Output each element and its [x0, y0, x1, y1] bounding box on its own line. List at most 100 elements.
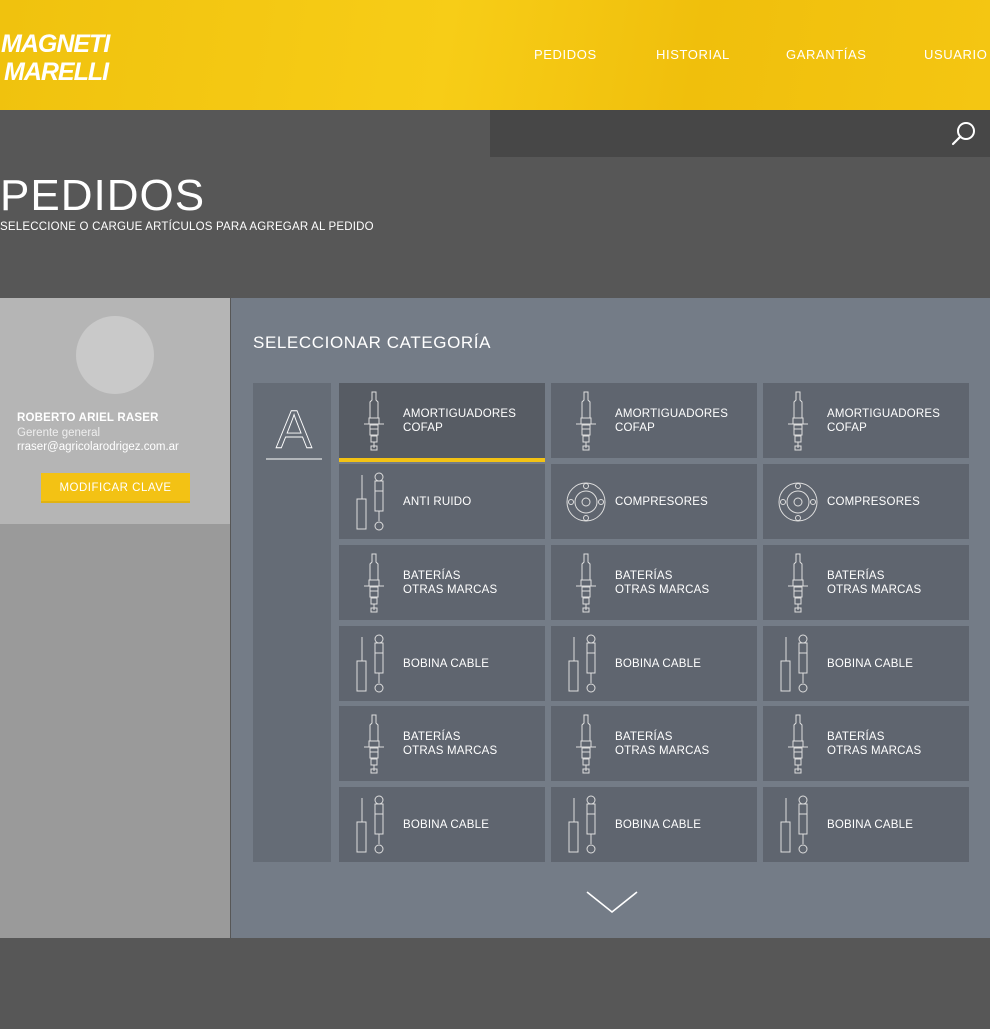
category-tile[interactable]: AMORTIGUADORES COFAP: [339, 383, 545, 462]
category-label: BOBINA CABLE: [827, 787, 967, 862]
nav-garantias[interactable]: GARANTÍAS: [786, 47, 867, 62]
nav-historial[interactable]: HISTORIAL: [656, 47, 730, 62]
category-label: BOBINA CABLE: [403, 787, 543, 862]
category-label-line2: COFAP: [827, 421, 867, 434]
category-tile[interactable]: BOBINA CABLE: [339, 787, 545, 862]
user-email: rraser@agricolarodrigez.com.ar: [17, 441, 179, 453]
search-input[interactable]: [490, 110, 940, 157]
category-label-line1: BATERÍAS: [827, 730, 885, 743]
category-label: BOBINA CABLE: [403, 626, 543, 701]
site-header: MAGNETI MARELLI PEDIDOS HISTORIAL GARANT…: [0, 0, 990, 110]
shock-absorber-icon: [356, 634, 384, 693]
category-label-line1: BATERÍAS: [615, 730, 673, 743]
category-tile[interactable]: COMPRESORES: [551, 464, 757, 539]
category-tile[interactable]: BOBINA CABLE: [551, 626, 757, 701]
active-indicator: [339, 458, 545, 462]
category-tile[interactable]: BATERÍAS OTRAS MARCAS: [551, 545, 757, 620]
category-label: BOBINA CABLE: [615, 787, 755, 862]
category-label-line1: AMORTIGUADORES: [827, 407, 941, 420]
spark-plug-icon: [576, 714, 596, 774]
search-bar: [490, 110, 990, 157]
letter-a: A: [276, 400, 312, 460]
category-label-line1: BOBINA CABLE: [615, 818, 702, 831]
user-name: ROBERTO ARIEL RASER: [17, 412, 159, 424]
category-label-line2: OTRAS MARCAS: [403, 744, 498, 757]
category-label-line1: BOBINA CABLE: [827, 818, 914, 831]
category-label-line1: BOBINA CABLE: [827, 657, 914, 670]
category-tile[interactable]: BATERÍAS OTRAS MARCAS: [763, 545, 969, 620]
shock-absorber-icon: [568, 634, 596, 693]
category-label: ANTI RUIDO: [403, 464, 543, 539]
spark-plug-icon: [364, 391, 384, 451]
category-label-line2: COFAP: [615, 421, 655, 434]
category-tile[interactable]: BATERÍAS OTRAS MARCAS: [763, 706, 969, 781]
category-label-line2: OTRAS MARCAS: [615, 744, 710, 757]
category-label: AMORTIGUADORES COFAP: [827, 383, 967, 458]
section-title: SELECCIONAR CATEGORÍA: [253, 333, 492, 352]
spark-plug-icon: [788, 553, 808, 613]
shock-absorber-icon: [356, 795, 384, 854]
nav-usuario[interactable]: USUARIO: [924, 47, 987, 62]
category-label: AMORTIGUADORES COFAP: [403, 383, 543, 458]
category-label: BATERÍAS OTRAS MARCAS: [615, 545, 755, 620]
category-label-line1: BOBINA CABLE: [403, 657, 490, 670]
spark-plug-icon: [788, 714, 808, 774]
letter-filter-a[interactable]: A: [266, 400, 322, 460]
category-label-line2: COFAP: [403, 421, 443, 434]
category-label: BATERÍAS OTRAS MARCAS: [615, 706, 755, 781]
category-tile[interactable]: BATERÍAS OTRAS MARCAS: [551, 706, 757, 781]
category-label-line2: OTRAS MARCAS: [827, 583, 922, 596]
category-label-line1: BATERÍAS: [403, 730, 461, 743]
avatar[interactable]: [76, 316, 154, 394]
category-label: COMPRESORES: [615, 464, 755, 539]
category-label-line2: OTRAS MARCAS: [827, 744, 922, 757]
spark-plug-icon: [576, 553, 596, 613]
spark-plug-icon: [364, 553, 384, 613]
search-icon[interactable]: [950, 120, 978, 148]
category-label: BOBINA CABLE: [615, 626, 755, 701]
category-tile[interactable]: BATERÍAS OTRAS MARCAS: [339, 545, 545, 620]
category-tile[interactable]: AMORTIGUADORES COFAP: [763, 383, 969, 458]
shock-absorber-icon: [568, 795, 596, 854]
category-label: BOBINA CABLE: [827, 626, 967, 701]
category-label: BATERÍAS OTRAS MARCAS: [403, 545, 543, 620]
category-tile[interactable]: BOBINA CABLE: [763, 787, 969, 862]
spark-plug-icon: [788, 391, 808, 451]
user-role: Gerente general: [17, 427, 101, 439]
category-label-line1: COMPRESORES: [827, 495, 920, 508]
category-tile[interactable]: BOBINA CABLE: [339, 626, 545, 701]
change-password-button[interactable]: MODIFICAR CLAVE: [41, 473, 190, 503]
category-label-line1: AMORTIGUADORES: [615, 407, 729, 420]
spark-plug-icon: [576, 391, 596, 451]
category-label-line2: OTRAS MARCAS: [403, 583, 498, 596]
category-label-line1: ANTI RUIDO: [403, 495, 472, 508]
category-label-line1: BATERÍAS: [403, 569, 461, 582]
category-tile[interactable]: AMORTIGUADORES COFAP: [551, 383, 757, 458]
category-label-line1: BOBINA CABLE: [403, 818, 490, 831]
category-tile[interactable]: COMPRESORES: [763, 464, 969, 539]
category-label-line1: BATERÍAS: [827, 569, 885, 582]
nav-pedidos[interactable]: PEDIDOS: [534, 47, 597, 62]
shock-absorber-icon: [356, 472, 384, 531]
category-label-line1: BATERÍAS: [615, 569, 673, 582]
category-label: COMPRESORES: [827, 464, 967, 539]
page-subtitle: SELECCIONE O CARGUE ARTÍCULOS PARA AGREG…: [0, 221, 374, 233]
category-tile[interactable]: BATERÍAS OTRAS MARCAS: [339, 706, 545, 781]
compressor-icon: [566, 482, 606, 522]
shock-absorber-icon: [780, 634, 808, 693]
category-label: BATERÍAS OTRAS MARCAS: [827, 706, 967, 781]
compressor-icon: [778, 482, 818, 522]
category-label-line1: AMORTIGUADORES: [403, 407, 517, 420]
category-tile[interactable]: BOBINA CABLE: [763, 626, 969, 701]
page-title: PEDIDOS: [0, 171, 206, 220]
spark-plug-icon: [364, 714, 384, 774]
category-label: BATERÍAS OTRAS MARCAS: [403, 706, 543, 781]
chevron-down-icon[interactable]: [586, 890, 638, 916]
category-label-line2: OTRAS MARCAS: [615, 583, 710, 596]
category-label: AMORTIGUADORES COFAP: [615, 383, 755, 458]
category-tile[interactable]: BOBINA CABLE: [551, 787, 757, 862]
category-label-line1: COMPRESORES: [615, 495, 708, 508]
category-label: BATERÍAS OTRAS MARCAS: [827, 545, 967, 620]
category-tile[interactable]: ANTI RUIDO: [339, 464, 545, 539]
main-nav: PEDIDOS HISTORIAL GARANTÍAS USUARIO: [0, 47, 990, 67]
